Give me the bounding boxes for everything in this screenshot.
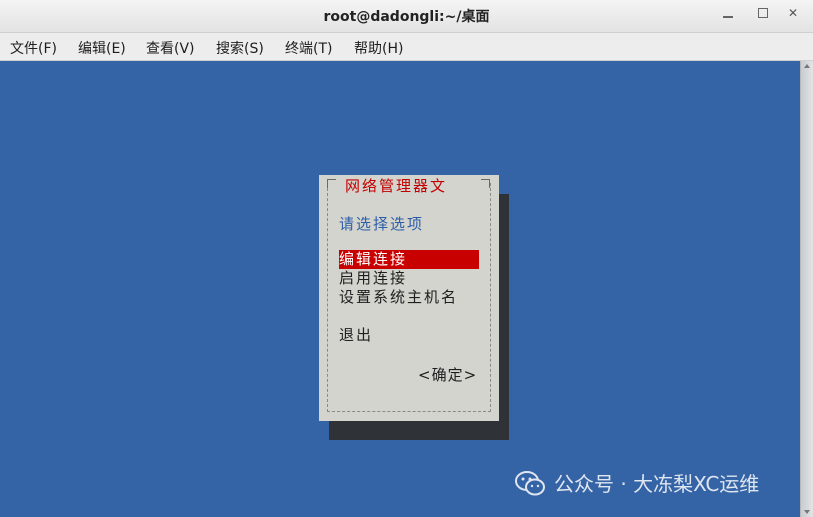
title-bar[interactable]: root@dadongli:~/桌面 xyxy=(0,0,813,33)
dialog-title: 网络管理器文 xyxy=(341,175,452,196)
maximize-icon[interactable] xyxy=(755,6,771,20)
option-activate-connection[interactable]: 启用连接 xyxy=(339,269,407,288)
close-icon[interactable] xyxy=(786,6,802,20)
menu-edit[interactable]: 编辑(E) xyxy=(78,38,126,58)
option-edit-connection[interactable]: 编辑连接 xyxy=(339,250,479,269)
menu-view[interactable]: 查看(V) xyxy=(146,38,195,58)
option-quit[interactable]: 退出 xyxy=(339,326,373,345)
nmtui-dialog: 网络管理器文 请选择选项 编辑连接 启用连接 设置系统主机名 退出 <确定> xyxy=(319,175,499,421)
scroll-up-icon[interactable] xyxy=(804,64,810,68)
minimize-icon[interactable] xyxy=(720,6,736,20)
menu-terminal[interactable]: 终端(T) xyxy=(285,38,332,58)
scroll-down-icon[interactable] xyxy=(804,510,810,514)
dialog-corner-right xyxy=(481,179,490,188)
menu-file[interactable]: 文件(F) xyxy=(10,38,57,58)
terminal-window: root@dadongli:~/桌面 文件(F) 编辑(E) 查看(V) 搜索(… xyxy=(0,0,813,517)
menu-bar: 文件(F) 编辑(E) 查看(V) 搜索(S) 终端(T) 帮助(H) xyxy=(0,33,813,61)
window-title: root@dadongli:~/桌面 xyxy=(323,9,490,25)
scrollbar[interactable] xyxy=(800,61,813,517)
menu-help[interactable]: 帮助(H) xyxy=(354,38,403,58)
ok-button[interactable]: <确定> xyxy=(418,364,477,385)
watermark-text: 公众号 · 大冻梨XC运维 xyxy=(554,472,760,496)
dialog-corner-left xyxy=(327,179,336,188)
wechat-icon xyxy=(515,471,545,496)
dialog-prompt: 请选择选项 xyxy=(339,215,425,233)
menu-search[interactable]: 搜索(S) xyxy=(216,38,264,58)
option-set-hostname[interactable]: 设置系统主机名 xyxy=(339,288,458,307)
